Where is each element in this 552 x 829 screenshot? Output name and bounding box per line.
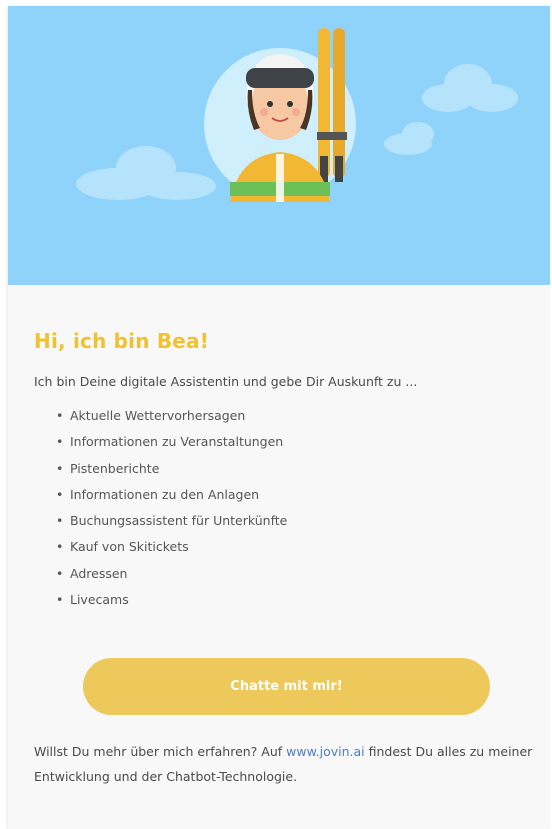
bullet-icon: •	[56, 539, 64, 555]
feature-label: Pistenberichte	[70, 460, 160, 476]
cloud-icon	[76, 146, 216, 200]
cloud-icon	[384, 122, 434, 155]
bullet-icon: •	[56, 408, 64, 423]
feature-label: Aktuelle Wettervorhersagen	[70, 408, 246, 423]
feature-label: Adressen	[70, 565, 128, 581]
bullet-icon: •	[56, 592, 64, 608]
goggles-icon	[246, 68, 314, 88]
welcome-title: Hi, ich bin Bea!	[34, 329, 210, 353]
hero-banner	[8, 6, 550, 285]
chat-start-button[interactable]: Chatte mit mir!	[83, 658, 490, 715]
cloud-icon	[422, 64, 518, 112]
welcome-card: Hi, ich bin Bea! Ich bin Deine digitale …	[8, 6, 550, 829]
list-item: • Informationen zu den Anlagen	[56, 482, 287, 508]
list-item: • Buchungsassistent für Unterkünfte	[56, 508, 287, 534]
list-item: • Pistenberichte	[56, 456, 287, 482]
intro-text: Ich bin Deine digitale Assistentin und g…	[34, 374, 418, 389]
list-item: • Informationen zu Veranstaltungen	[56, 429, 287, 455]
bullet-icon: •	[56, 513, 64, 529]
list-item: • Kauf von Skitickets	[56, 534, 287, 560]
feature-label: Buchungsassistent für Unterkünfte	[70, 513, 288, 529]
feature-list: • Aktuelle Wettervorhersagen • Information…	[56, 403, 287, 613]
bullet-icon: •	[56, 486, 64, 502]
list-item: • Adressen	[56, 561, 287, 587]
bullet-icon: •	[56, 460, 64, 476]
footer-text: Willst Du mehr über mich erfahren? Auf w…	[34, 739, 534, 789]
feature-label: Livecams	[70, 592, 129, 608]
avatar-head	[246, 54, 314, 140]
jovin-link[interactable]: www.jovin.ai	[286, 744, 365, 759]
feature-label: Informationen zu Veranstaltungen	[70, 434, 284, 450]
bullet-icon: •	[56, 565, 64, 581]
bullet-icon: •	[56, 434, 64, 450]
footer-text-before: Willst Du mehr über mich erfahren? Auf	[34, 744, 287, 759]
hero-illustration	[76, 28, 518, 202]
feature-label: Informationen zu den Anlagen	[70, 486, 260, 502]
feature-label: Kauf von Skitickets	[70, 539, 189, 555]
list-item: • Aktuelle Wettervorhersagen	[56, 403, 287, 429]
list-item: • Livecams	[56, 587, 287, 613]
page-frame: Hi, ich bin Bea! Ich bin Deine digitale …	[0, 0, 552, 829]
